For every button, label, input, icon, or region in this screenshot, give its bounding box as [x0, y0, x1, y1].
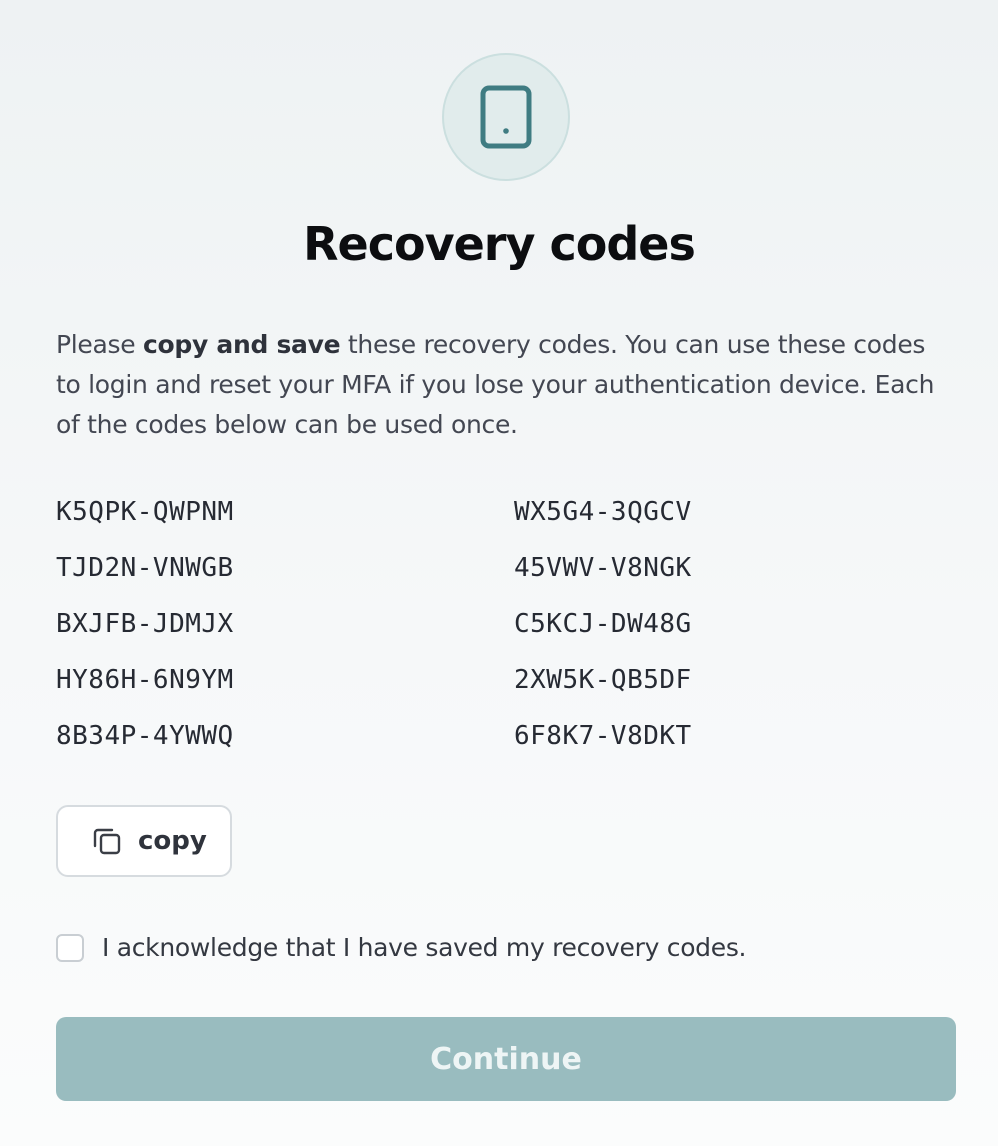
acknowledge-checkbox[interactable]: [56, 934, 84, 962]
recovery-code: WX5G4-3QGCV: [514, 497, 692, 527]
tablet-icon: [480, 85, 532, 149]
recovery-code: 2XW5K-QB5DF: [514, 665, 692, 695]
continue-button[interactable]: Continue: [56, 1017, 956, 1101]
copy-button-label: copy: [138, 826, 207, 856]
recovery-code: 6F8K7-V8DKT: [514, 721, 692, 751]
copy-codes-button[interactable]: copy: [56, 805, 232, 877]
device-icon-badge: [442, 53, 570, 181]
recovery-code: TJD2N-VNWGB: [56, 553, 234, 583]
recovery-codes-list: K5QPK-QWPNM WX5G4-3QGCV TJD2N-VNWGB 45VW…: [56, 484, 916, 764]
page-title: Recovery codes: [303, 217, 696, 271]
recovery-code: 45VWV-V8NGK: [514, 553, 692, 583]
recovery-code: HY86H-6N9YM: [56, 665, 234, 695]
recovery-codes-description: Please copy and save these recovery code…: [56, 325, 956, 445]
acknowledge-label[interactable]: I acknowledge that I have saved my recov…: [102, 928, 747, 968]
recovery-code: K5QPK-QWPNM: [56, 497, 234, 527]
description-prefix: Please: [56, 330, 143, 359]
acknowledge-row: I acknowledge that I have saved my recov…: [56, 928, 747, 968]
recovery-code: C5KCJ-DW48G: [514, 609, 692, 639]
description-emphasis: copy and save: [142, 330, 341, 359]
recovery-code: 8B34P-4YWWQ: [56, 721, 234, 751]
recovery-code: BXJFB-JDMJX: [56, 609, 234, 639]
copy-icon: [93, 828, 121, 855]
